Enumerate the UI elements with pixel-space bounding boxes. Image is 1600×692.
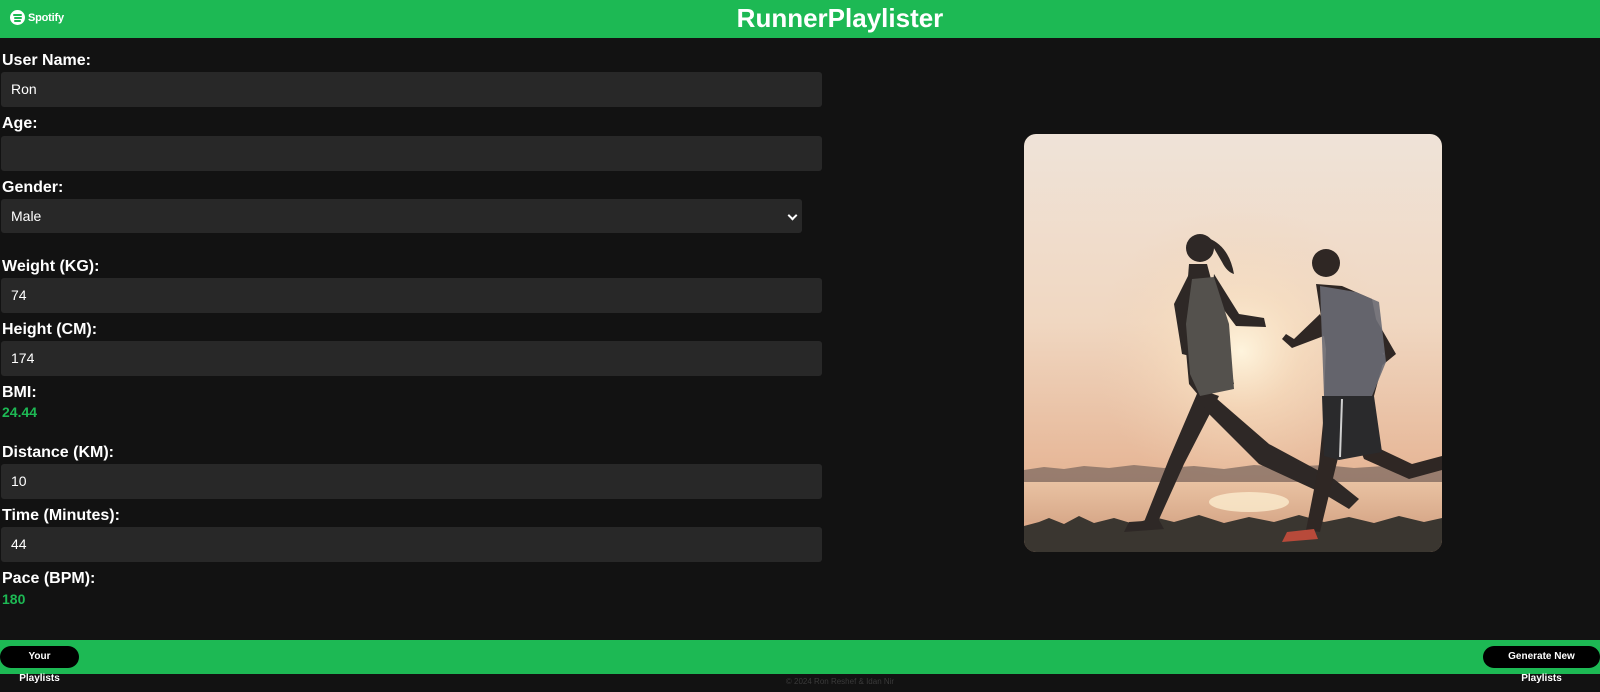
app-header: Spotify RunnerPlaylister: [0, 0, 1600, 38]
weight-input[interactable]: 74: [1, 278, 822, 313]
height-input[interactable]: 174: [1, 341, 822, 376]
footer-bar: Your Playlists Generate New Playlists: [0, 640, 1600, 684]
time-input[interactable]: 44: [1, 527, 822, 562]
generate-new-playlists-button[interactable]: Generate New Playlists: [1483, 646, 1600, 684]
bmi-label: BMI:: [2, 384, 37, 401]
gender-select[interactable]: Male: [1, 199, 802, 233]
pace-value: 180: [2, 591, 26, 607]
username-input[interactable]: Ron: [1, 72, 822, 107]
your-playlists-button[interactable]: Your Playlists: [0, 646, 79, 684]
app-title: RunnerPlaylister: [736, 3, 944, 33]
username-label: User Name:: [2, 52, 91, 69]
distance-label: Distance (KM):: [2, 444, 115, 461]
runners-photo: [1024, 134, 1442, 552]
pace-label: Pace (BPM):: [2, 570, 96, 587]
time-label: Time (Minutes):: [2, 507, 120, 524]
distance-input[interactable]: 10: [1, 464, 822, 499]
age-label: Age:: [2, 115, 38, 132]
copyright-text: © 2024 Ron Reshef & Idan Nir: [785, 677, 895, 686]
weight-label: Weight (KG):: [2, 258, 100, 275]
age-input[interactable]: [1, 136, 822, 171]
height-label: Height (CM):: [2, 321, 98, 338]
bmi-value: 24.44: [2, 404, 38, 420]
chevron-down-icon: [787, 210, 798, 221]
gender-selected-value: Male: [11, 208, 42, 224]
gender-label: Gender:: [2, 179, 64, 196]
